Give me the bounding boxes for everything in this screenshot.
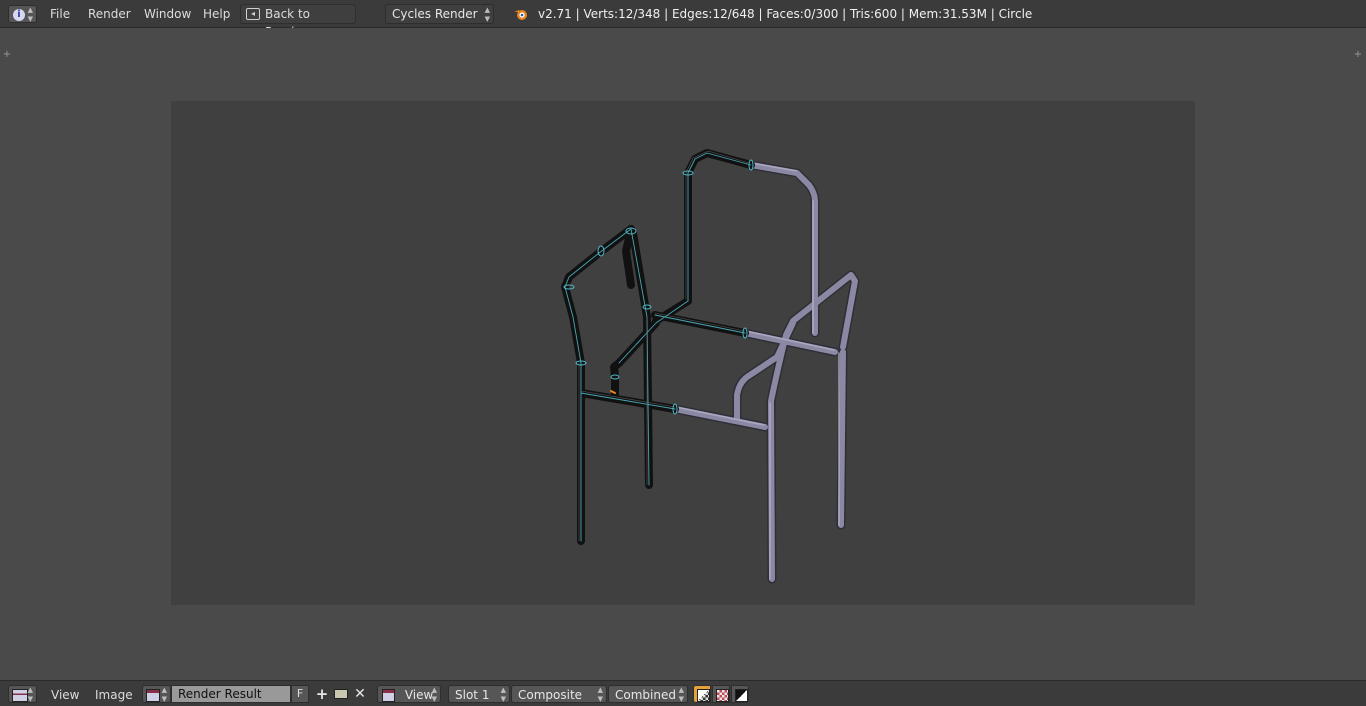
back-to-previous-button[interactable]: ◂ Back to Previous xyxy=(240,4,356,39)
close-icon: ✕ xyxy=(354,686,366,702)
chevron-updown-icon: ▲ ▼ xyxy=(597,686,603,703)
top-header: i ▲▼ File Render Window Help ◂ Back to P… xyxy=(0,0,1366,39)
color-alpha-toggle[interactable] xyxy=(693,685,711,703)
image-browse-button[interactable]: ▲ ▼ xyxy=(142,685,171,703)
image-icon xyxy=(382,689,395,702)
chair-render xyxy=(561,149,860,584)
open-image-button[interactable] xyxy=(332,685,350,703)
menu-render[interactable]: Render xyxy=(88,7,131,21)
render-result-image xyxy=(171,101,1195,605)
editor-type-selector-bottom[interactable]: ▲ ▼ xyxy=(8,685,37,703)
fake-user-label: F xyxy=(296,687,304,700)
menu-file[interactable]: File xyxy=(50,7,70,21)
render-layer-label: Composite xyxy=(518,688,583,702)
scene-statistics: v2.71 | Verts:12/348 | Edges:12/648 | Fa… xyxy=(538,7,1033,21)
render-layer-dropdown[interactable]: Composite ▲ ▼ xyxy=(511,685,607,703)
render-pass-label: Combined xyxy=(615,688,676,702)
render-engine-dropdown[interactable]: Cycles Render ▲ ▼ xyxy=(385,4,494,24)
alpha-toggle[interactable] xyxy=(712,685,730,703)
chevron-updown-icon: ▲ ▼ xyxy=(27,686,33,703)
bottom-header: ▲ ▼ View Image ▲ ▼ Render Result F + ✕ Vie… xyxy=(0,680,1366,706)
image-editor-icon xyxy=(12,689,28,702)
color-alpha-icon xyxy=(697,689,710,702)
render-engine-label: Cycles Render xyxy=(392,7,478,21)
chevron-updown-icon: ▲ ▼ xyxy=(27,6,33,23)
back-arrow-icon: ◂ xyxy=(246,8,260,20)
menu-window[interactable]: Window xyxy=(144,7,191,21)
image-name-label: Render Result xyxy=(178,687,262,701)
chevron-updown-icon: ▲ ▼ xyxy=(161,686,167,703)
toolshelf-toggle-icon[interactable]: + xyxy=(2,50,12,60)
z-buffer-toggle[interactable] xyxy=(731,685,749,703)
image-icon xyxy=(146,689,160,702)
image-name-field[interactable]: Render Result xyxy=(171,685,291,703)
slot-dropdown[interactable]: Slot 1 ▲ ▼ xyxy=(448,685,510,703)
slot-label: Slot 1 xyxy=(455,688,490,702)
view-dropdown[interactable]: View ▲ ▼ xyxy=(377,685,441,703)
chevron-updown-icon: ▲ ▼ xyxy=(500,686,506,703)
unlink-image-button[interactable]: ✕ xyxy=(351,685,369,703)
view-dropdown-label: View xyxy=(404,688,434,702)
new-image-button[interactable]: + xyxy=(313,685,331,703)
render-pass-dropdown[interactable]: Combined ▲ ▼ xyxy=(608,685,688,703)
menu-help[interactable]: Help xyxy=(203,7,230,21)
alpha-checker-icon xyxy=(716,689,729,702)
fake-user-toggle[interactable]: F xyxy=(291,685,309,703)
z-buffer-icon xyxy=(735,689,748,702)
chevron-updown-icon: ▲ ▼ xyxy=(484,6,490,23)
plus-icon: + xyxy=(315,685,329,703)
info-icon: i xyxy=(13,9,25,21)
menu-image[interactable]: Image xyxy=(95,688,133,702)
editor-type-selector[interactable]: i ▲ ▼ xyxy=(8,5,37,23)
blender-logo-icon xyxy=(514,10,527,20)
properties-toggle-icon[interactable]: + xyxy=(1353,50,1363,60)
chevron-updown-icon: ▲ ▼ xyxy=(678,686,684,703)
image-editor-viewport[interactable]: + + xyxy=(0,28,1366,680)
chevron-updown-icon: ▲ ▼ xyxy=(431,686,437,703)
menu-view[interactable]: View xyxy=(51,688,79,702)
folder-icon xyxy=(334,689,348,699)
